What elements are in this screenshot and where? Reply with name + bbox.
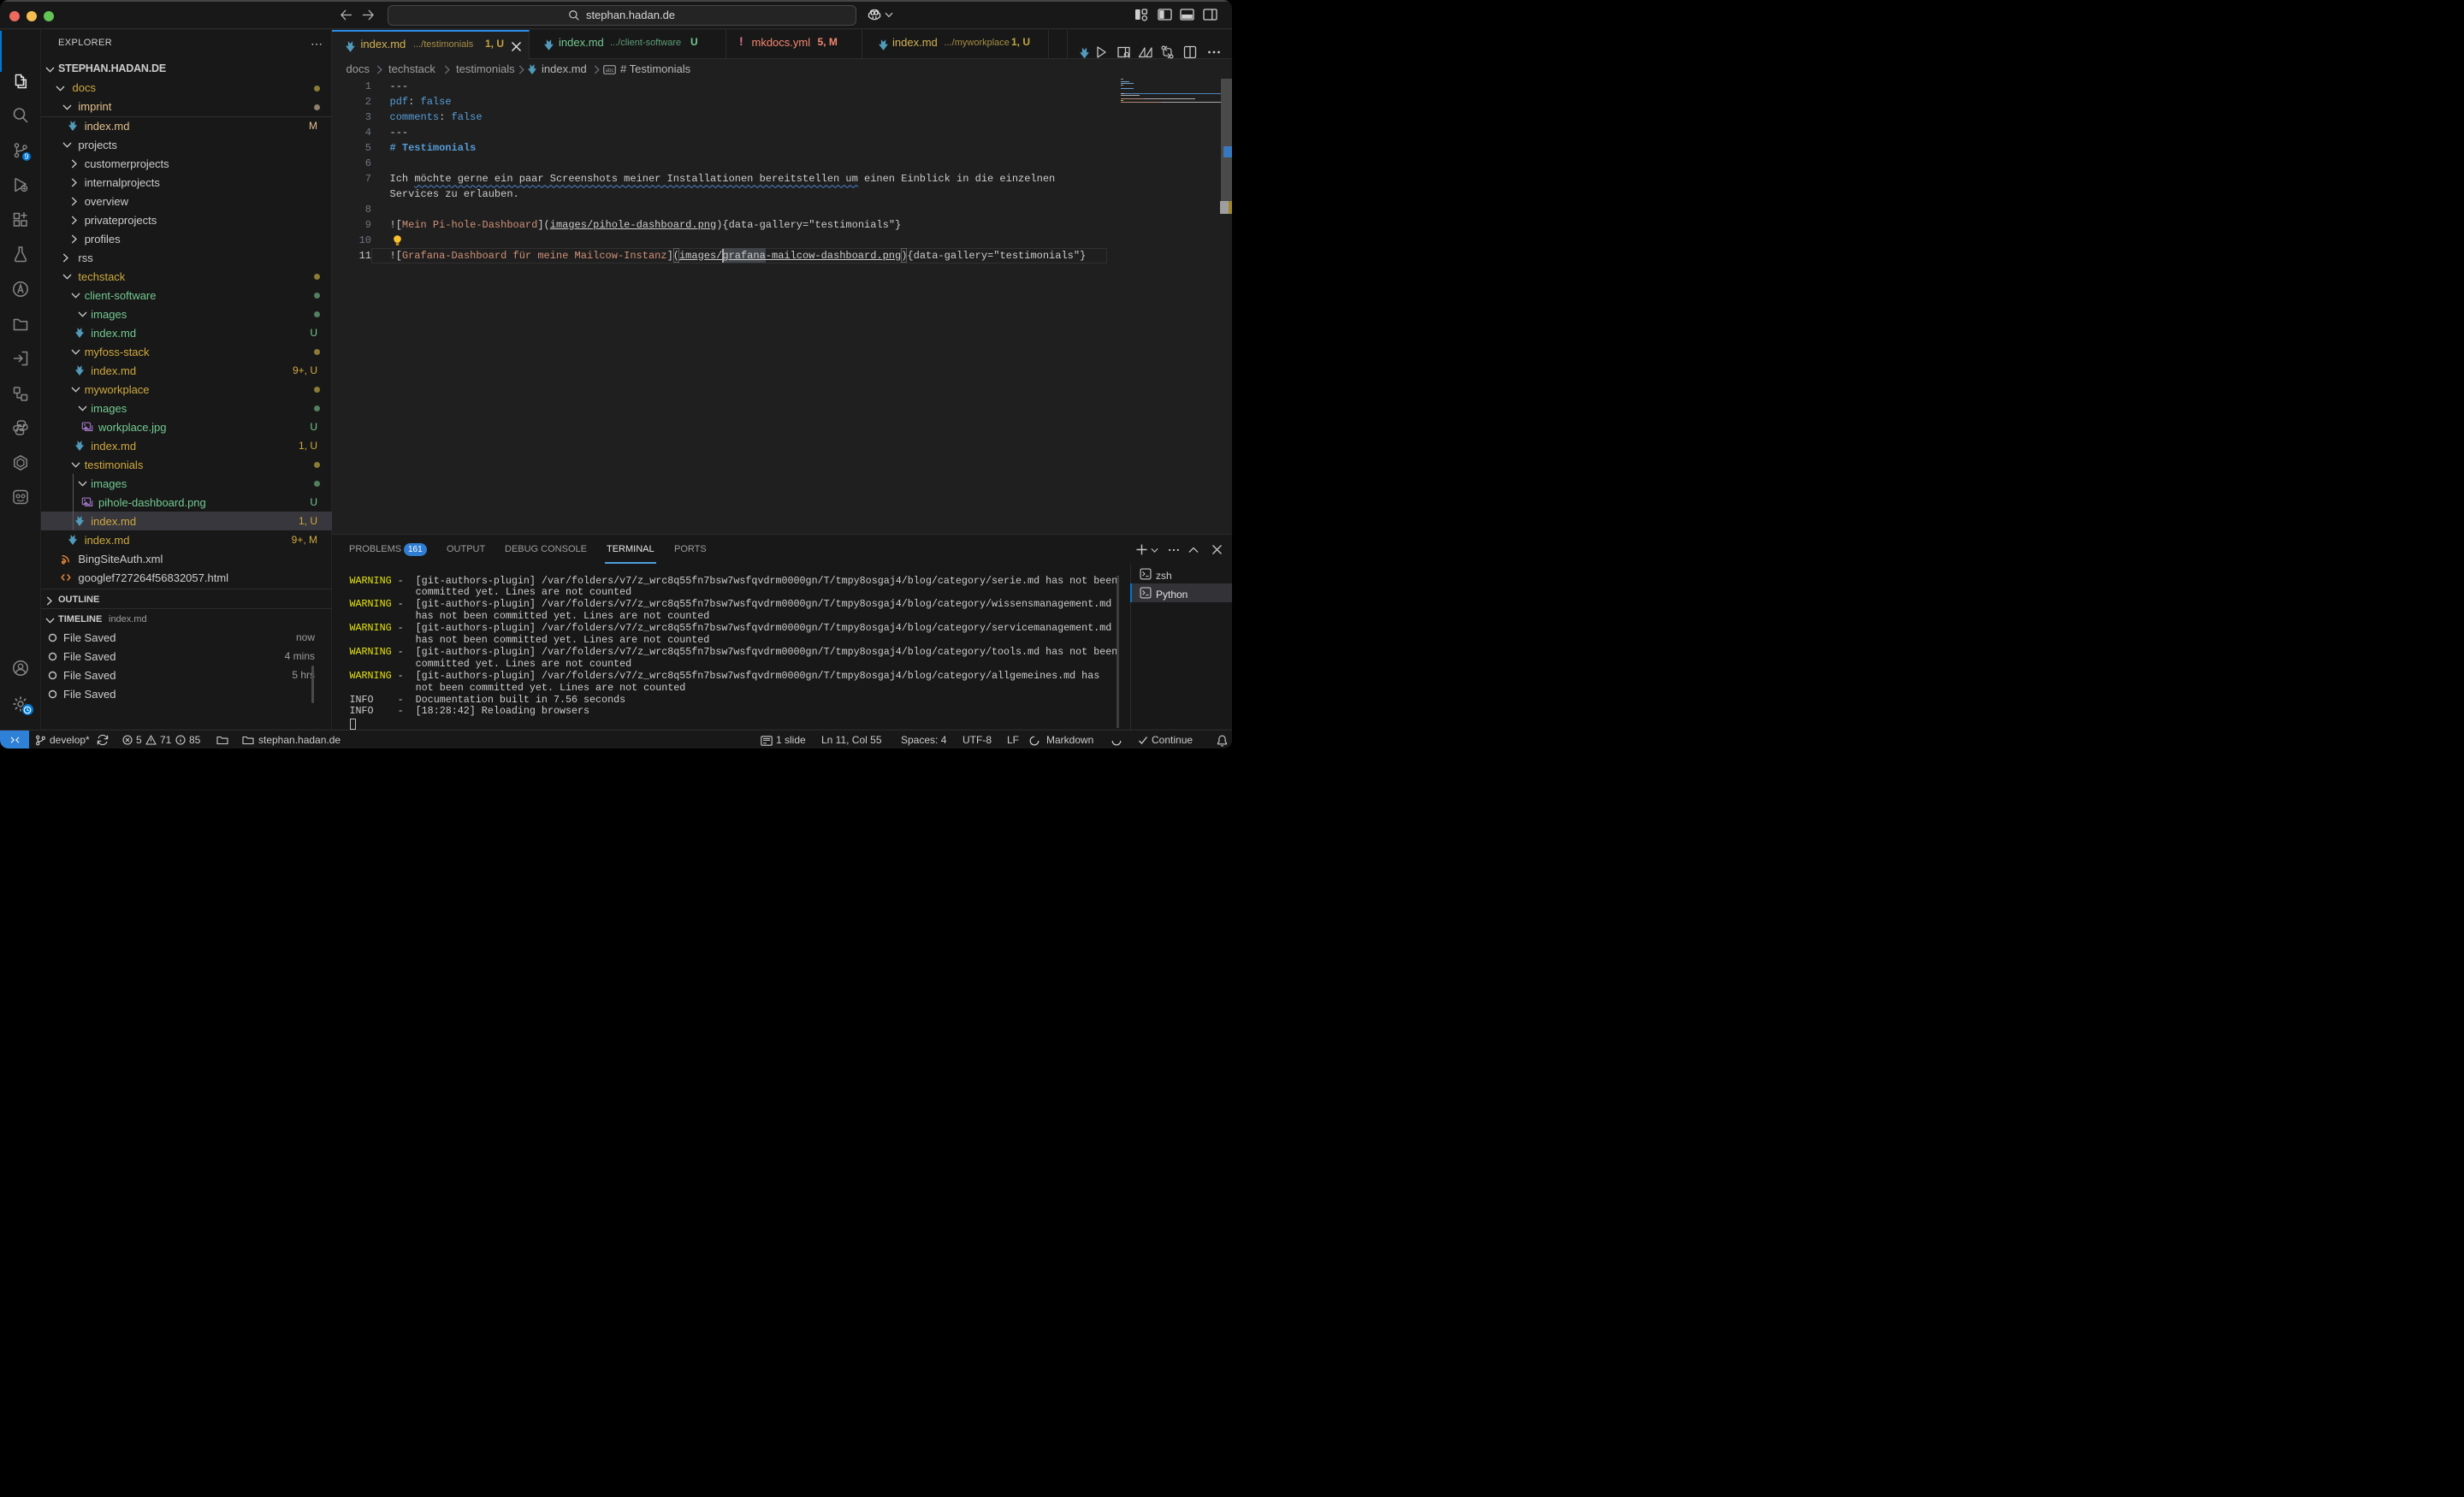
- svg-text:abc: abc: [606, 68, 614, 73]
